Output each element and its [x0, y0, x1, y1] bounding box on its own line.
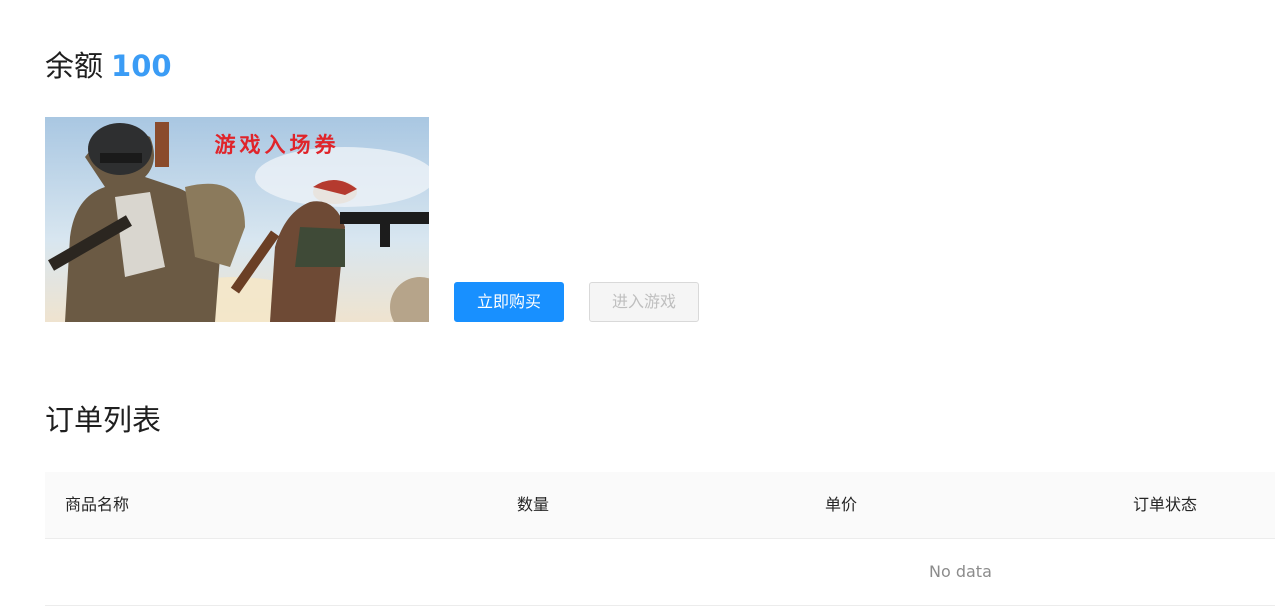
balance-label: 余额: [45, 49, 104, 83]
game-ticket-banner: 游戏入场券: [45, 117, 429, 322]
table-empty-row: No data: [45, 539, 1275, 606]
column-unit-price: 单价: [825, 495, 858, 514]
empty-state-text: No data: [929, 562, 992, 581]
table-header: 商品名称 数量 单价 订单状态: [45, 472, 1275, 539]
column-order-status: 订单状态: [1133, 495, 1198, 514]
column-quantity: 数量: [517, 495, 550, 514]
column-product-name: 商品名称: [65, 495, 130, 514]
balance-display: 余额 100: [45, 46, 172, 86]
balance-amount: 100: [111, 49, 172, 83]
banner-title: 游戏入场券: [215, 133, 340, 157]
buy-now-button[interactable]: 立即购买: [454, 282, 564, 322]
order-list-title: 订单列表: [45, 403, 162, 437]
enter-game-button[interactable]: 进入游戏: [589, 282, 699, 322]
order-table: 商品名称 数量 单价 订单状态 No data: [45, 472, 1275, 606]
